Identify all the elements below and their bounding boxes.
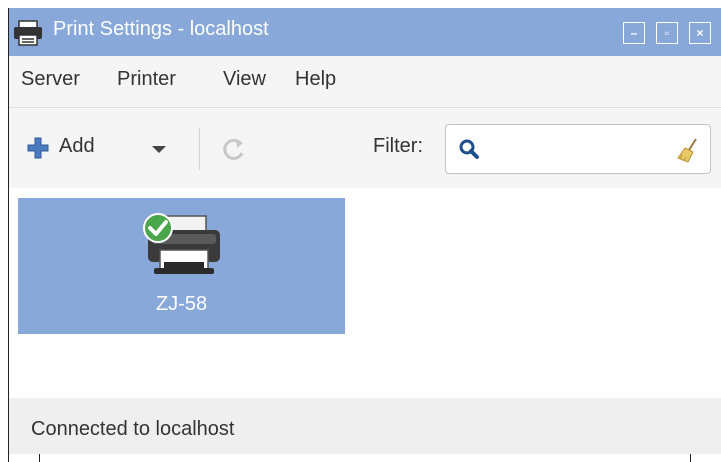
menu-view[interactable]: View	[223, 68, 266, 91]
toolbar: Add Filter:	[9, 108, 721, 188]
status-text: Connected to localhost	[31, 418, 235, 440]
maximize-button[interactable]: ▫	[656, 22, 678, 44]
status-bar: Connected to localhost	[9, 398, 721, 462]
title-bar[interactable]: Print Settings - localhost – ▫ ×	[9, 8, 721, 56]
filter-label: Filter:	[373, 135, 423, 157]
printer-icon	[143, 213, 220, 274]
broom-clear-icon[interactable]	[676, 137, 700, 163]
toolbar-separator	[199, 128, 200, 170]
menu-printer[interactable]: Printer	[117, 68, 176, 91]
search-icon	[459, 139, 479, 159]
printer-name: ZJ-58	[155, 293, 208, 315]
filter-field[interactable]	[445, 124, 711, 174]
menu-server[interactable]: Server	[21, 68, 80, 91]
printer-app-icon	[14, 20, 42, 46]
chevron-down-icon[interactable]	[152, 146, 166, 153]
status-divider	[39, 454, 40, 462]
plus-icon[interactable]	[26, 136, 50, 160]
status-divider	[690, 454, 691, 462]
window-title: Print Settings - localhost	[53, 18, 269, 40]
add-button-label[interactable]: Add	[59, 135, 95, 158]
close-button[interactable]: ×	[689, 22, 711, 44]
print-settings-window: Print Settings - localhost – ▫ × Server …	[8, 8, 721, 462]
filter-input[interactable]	[486, 135, 670, 165]
refresh-icon[interactable]	[219, 134, 249, 164]
printer-list: ZJ-58	[9, 188, 721, 398]
printer-item[interactable]: ZJ-58	[18, 198, 345, 334]
menu-help[interactable]: Help	[295, 68, 336, 91]
menu-bar: Server Printer View Help	[9, 56, 721, 108]
status-bottom-area	[9, 454, 721, 462]
minimize-button[interactable]: –	[623, 22, 645, 44]
